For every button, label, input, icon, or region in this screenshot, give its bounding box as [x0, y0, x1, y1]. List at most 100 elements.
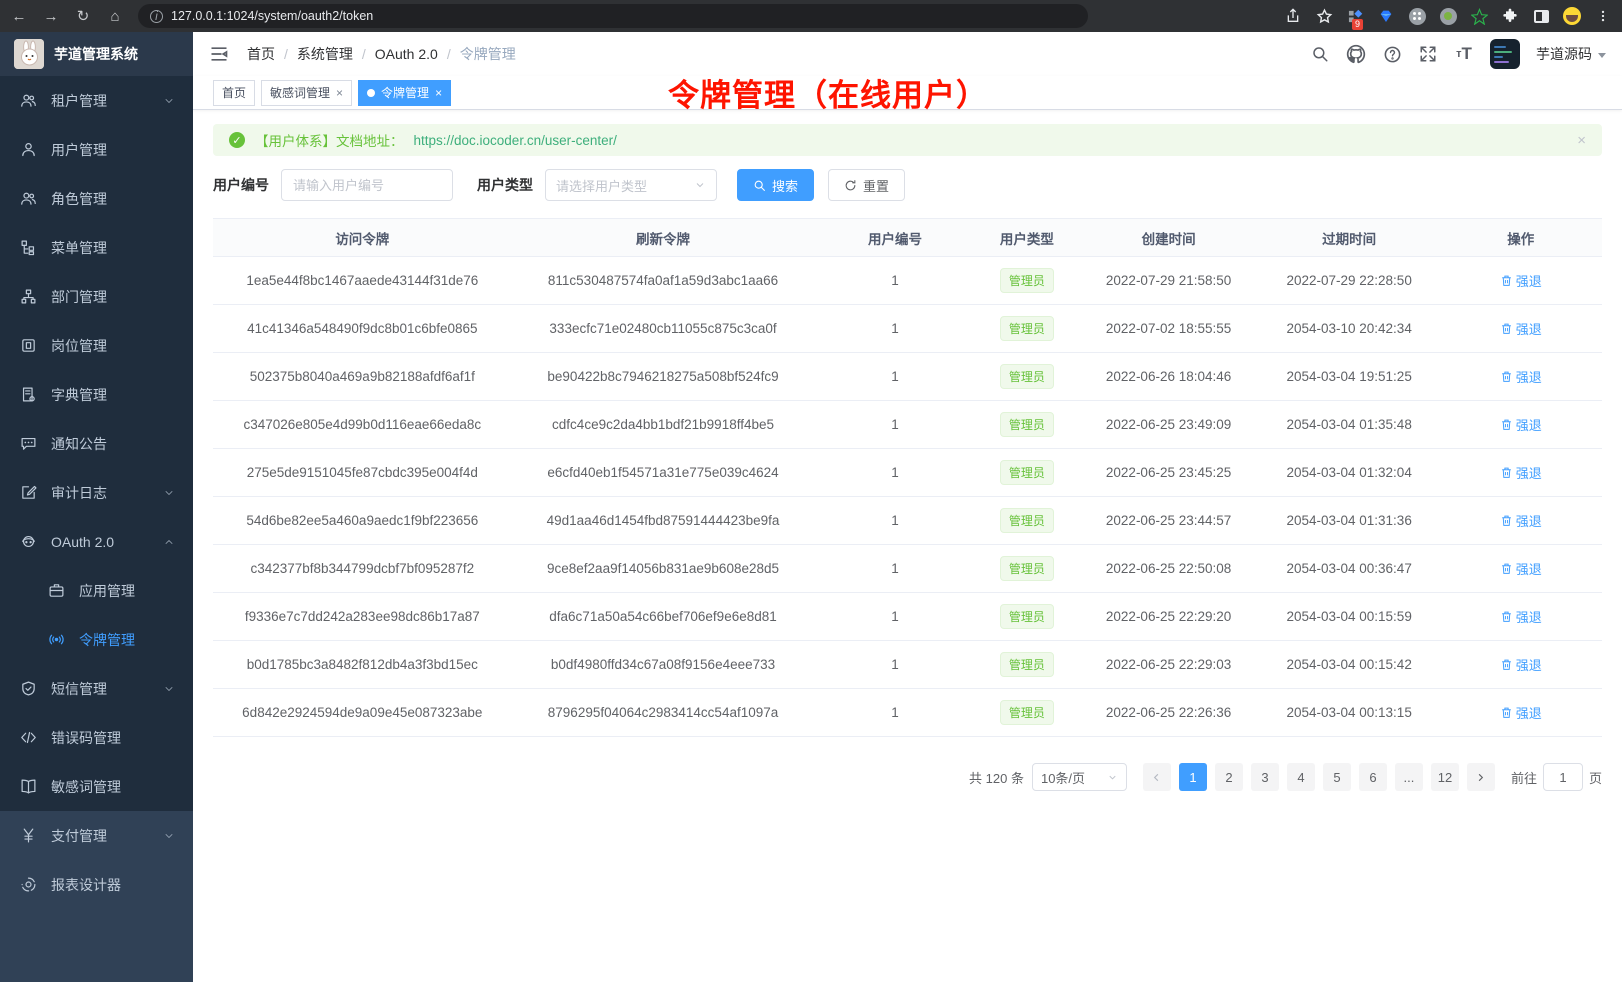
sms-shield-icon: [20, 680, 37, 697]
page-button-12[interactable]: 12: [1431, 763, 1459, 791]
sidebar-item-oauth[interactable]: OAuth 2.0: [0, 517, 193, 566]
sidebar-item-oauth-app[interactable]: 应用管理: [0, 566, 193, 615]
share-icon[interactable]: [1284, 7, 1302, 25]
site-info-icon[interactable]: i: [150, 10, 163, 23]
sidebar-item-user[interactable]: 用户管理: [0, 125, 193, 174]
page-button-1[interactable]: 1: [1179, 763, 1207, 791]
browser-menu-icon[interactable]: [1594, 7, 1612, 25]
dept-icon: [20, 288, 37, 305]
breadcrumb-system[interactable]: 系统管理: [297, 44, 353, 64]
close-icon[interactable]: ×: [336, 86, 343, 100]
notice-icon: [20, 435, 37, 452]
star-extension-icon[interactable]: [1470, 7, 1488, 25]
tag-sensitive[interactable]: 敏感词管理 ×: [261, 80, 352, 106]
sidebar-item-sms[interactable]: 短信管理: [0, 664, 193, 713]
search-icon: [753, 179, 766, 192]
prev-page-button[interactable]: [1143, 763, 1171, 791]
actions-cell: 强退: [1439, 353, 1602, 401]
extension-tabs-icon[interactable]: 9: [1346, 7, 1364, 25]
tag-home[interactable]: 首页: [213, 80, 255, 106]
next-page-button[interactable]: [1467, 763, 1495, 791]
font-size-icon[interactable]: тT: [1454, 44, 1474, 64]
chevron-down-icon: [163, 830, 175, 842]
sidebar-item-pay[interactable]: 支付管理: [0, 811, 193, 860]
expires-cell: 2022-07-29 22:28:50: [1259, 257, 1440, 305]
sidebar-item-post[interactable]: 岗位管理: [0, 321, 193, 370]
side-panel-icon[interactable]: [1532, 7, 1550, 25]
page-button-4[interactable]: 4: [1287, 763, 1315, 791]
force-logout-button[interactable]: 强退: [1500, 415, 1542, 434]
sidebar-item-oauth-token[interactable]: 令牌管理: [0, 615, 193, 664]
page-button-5[interactable]: 5: [1323, 763, 1351, 791]
created-cell: 2022-06-25 23:44:57: [1078, 497, 1259, 545]
user-type-cell: 管理员: [976, 593, 1079, 641]
user-id-input[interactable]: [281, 169, 453, 201]
goto-page-input[interactable]: [1543, 763, 1583, 791]
user-type-select[interactable]: 请选择用户类型: [545, 169, 717, 201]
page-size-select[interactable]: 10条/页: [1032, 763, 1127, 791]
sidebar-item-dict[interactable]: 字典管理: [0, 370, 193, 419]
reload-icon[interactable]: ↻: [74, 7, 92, 25]
reset-button[interactable]: 重置: [828, 169, 905, 201]
refresh-token-cell: 9ce8ef2aa9f14056b831ae9b608e28d5: [512, 545, 815, 593]
home-icon[interactable]: ⌂: [106, 8, 124, 25]
force-logout-button[interactable]: 强退: [1500, 463, 1542, 482]
force-logout-button[interactable]: 强退: [1500, 271, 1542, 290]
user-menu[interactable]: 芋道源码: [1536, 44, 1606, 64]
force-logout-button[interactable]: 强退: [1500, 607, 1542, 626]
sidebar-item-notice[interactable]: 通知公告: [0, 419, 193, 468]
breadcrumb-oauth[interactable]: OAuth 2.0: [375, 46, 438, 62]
app-logo-band[interactable]: 芋道管理系统: [0, 32, 193, 76]
forward-icon[interactable]: →: [42, 8, 60, 25]
address-bar[interactable]: i 127.0.0.1:1024/system/oauth2/token: [138, 4, 1088, 28]
bookmark-star-icon[interactable]: [1315, 7, 1333, 25]
search-icon[interactable]: [1310, 44, 1330, 64]
command-extension-icon[interactable]: [1408, 7, 1426, 25]
collapse-sidebar-icon[interactable]: [209, 44, 229, 64]
created-cell: 2022-06-25 22:26:36: [1078, 689, 1259, 737]
sidebar-item-sensitive[interactable]: 敏感词管理: [0, 762, 193, 811]
force-logout-button[interactable]: 强退: [1500, 655, 1542, 674]
github-icon[interactable]: [1346, 44, 1366, 64]
alert-doc-link[interactable]: https://doc.iocoder.cn/user-center/: [414, 133, 617, 148]
col-actions: 操作: [1439, 219, 1602, 257]
sidebar-item-menu[interactable]: 菜单管理: [0, 223, 193, 272]
chevron-down-icon: [163, 95, 175, 107]
profile-avatar[interactable]: [1563, 7, 1581, 25]
gem-extension-icon[interactable]: [1377, 7, 1395, 25]
search-button[interactable]: 搜索: [737, 169, 814, 201]
sidebar-item-dept[interactable]: 部门管理: [0, 272, 193, 321]
sidebar-item-errorcode[interactable]: 错误码管理: [0, 713, 193, 762]
table-header-row: 访问令牌 刷新令牌 用户编号 用户类型 创建时间 过期时间 操作: [213, 219, 1602, 257]
access-token-cell: 275e5de9151045fe87cbdc395e004f4d: [213, 449, 512, 497]
help-icon[interactable]: [1382, 44, 1402, 64]
goto-label: 前往: [1511, 768, 1537, 787]
sidebar-item-tenant[interactable]: 租户管理: [0, 76, 193, 125]
sidebar-item-audit[interactable]: 审计日志: [0, 468, 193, 517]
force-logout-button[interactable]: 强退: [1500, 367, 1542, 386]
refresh-token-cell: be90422b8c7946218275a508bf524fc9: [512, 353, 815, 401]
alert-close-icon[interactable]: ×: [1577, 132, 1586, 149]
fullscreen-icon[interactable]: [1418, 44, 1438, 64]
force-logout-button[interactable]: 强退: [1500, 559, 1542, 578]
back-icon[interactable]: ←: [10, 8, 28, 25]
token-table-body: 1ea5e44f8bc1467aaede43144f31de76 811c530…: [213, 257, 1602, 737]
delete-icon: [1500, 610, 1513, 623]
force-logout-button[interactable]: 强退: [1500, 319, 1542, 338]
page-button-6[interactable]: 6: [1359, 763, 1387, 791]
page-button-3[interactable]: 3: [1251, 763, 1279, 791]
more-pages-button[interactable]: ...: [1395, 763, 1423, 791]
sidebar-item-report[interactable]: 报表设计器: [0, 860, 193, 909]
force-logout-button[interactable]: 强退: [1500, 511, 1542, 530]
close-icon[interactable]: ×: [435, 86, 442, 100]
force-logout-button[interactable]: 强退: [1500, 703, 1542, 722]
actions-cell: 强退: [1439, 257, 1602, 305]
user-avatar[interactable]: [1490, 39, 1520, 69]
recorder-extension-icon[interactable]: [1439, 7, 1457, 25]
puzzle-extensions-icon[interactable]: [1501, 7, 1519, 25]
breadcrumb-home[interactable]: 首页: [247, 44, 275, 64]
tag-token-active[interactable]: 令牌管理 ×: [358, 80, 451, 106]
page-button-2[interactable]: 2: [1215, 763, 1243, 791]
sidebar-item-role[interactable]: 角色管理: [0, 174, 193, 223]
post-icon: [20, 337, 37, 354]
